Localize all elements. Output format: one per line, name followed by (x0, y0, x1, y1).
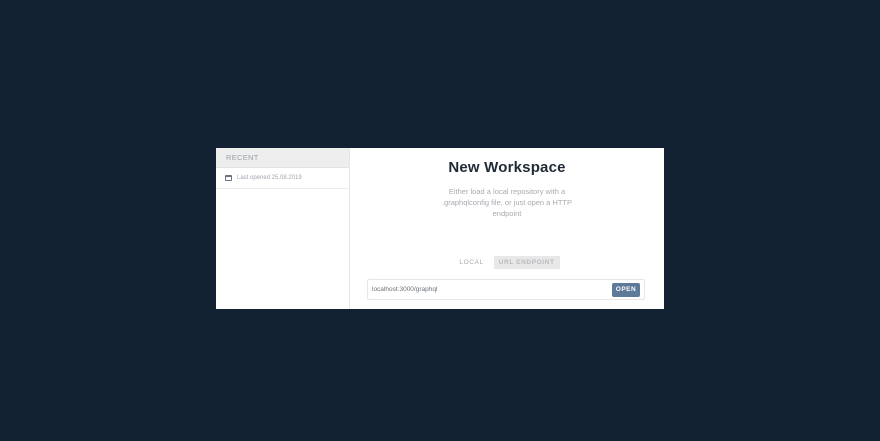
url-endpoint-row: OPEN (367, 279, 645, 300)
recent-header: RECENT (216, 148, 349, 168)
tab-url-endpoint[interactable]: URL ENDPOINT (493, 256, 560, 269)
new-workspace-dialog: RECENT Last opened 25.08.2019 New Worksp… (216, 148, 664, 309)
folder-icon (225, 175, 232, 181)
workspace-main: New Workspace Either load a local reposi… (350, 148, 664, 309)
page-title: New Workspace (448, 159, 566, 176)
tab-local[interactable]: LOCAL (454, 256, 488, 269)
recent-item-label: Last opened 25.08.2019 (237, 175, 302, 181)
page-subtitle: Either load a local repository with a .g… (441, 187, 573, 218)
recent-item[interactable]: Last opened 25.08.2019 (216, 168, 349, 189)
workspace-tabs: LOCAL URL ENDPOINT (350, 256, 664, 269)
url-endpoint-input[interactable] (368, 279, 612, 300)
open-button[interactable]: OPEN (612, 282, 640, 297)
recent-sidebar: RECENT Last opened 25.08.2019 (216, 148, 350, 309)
